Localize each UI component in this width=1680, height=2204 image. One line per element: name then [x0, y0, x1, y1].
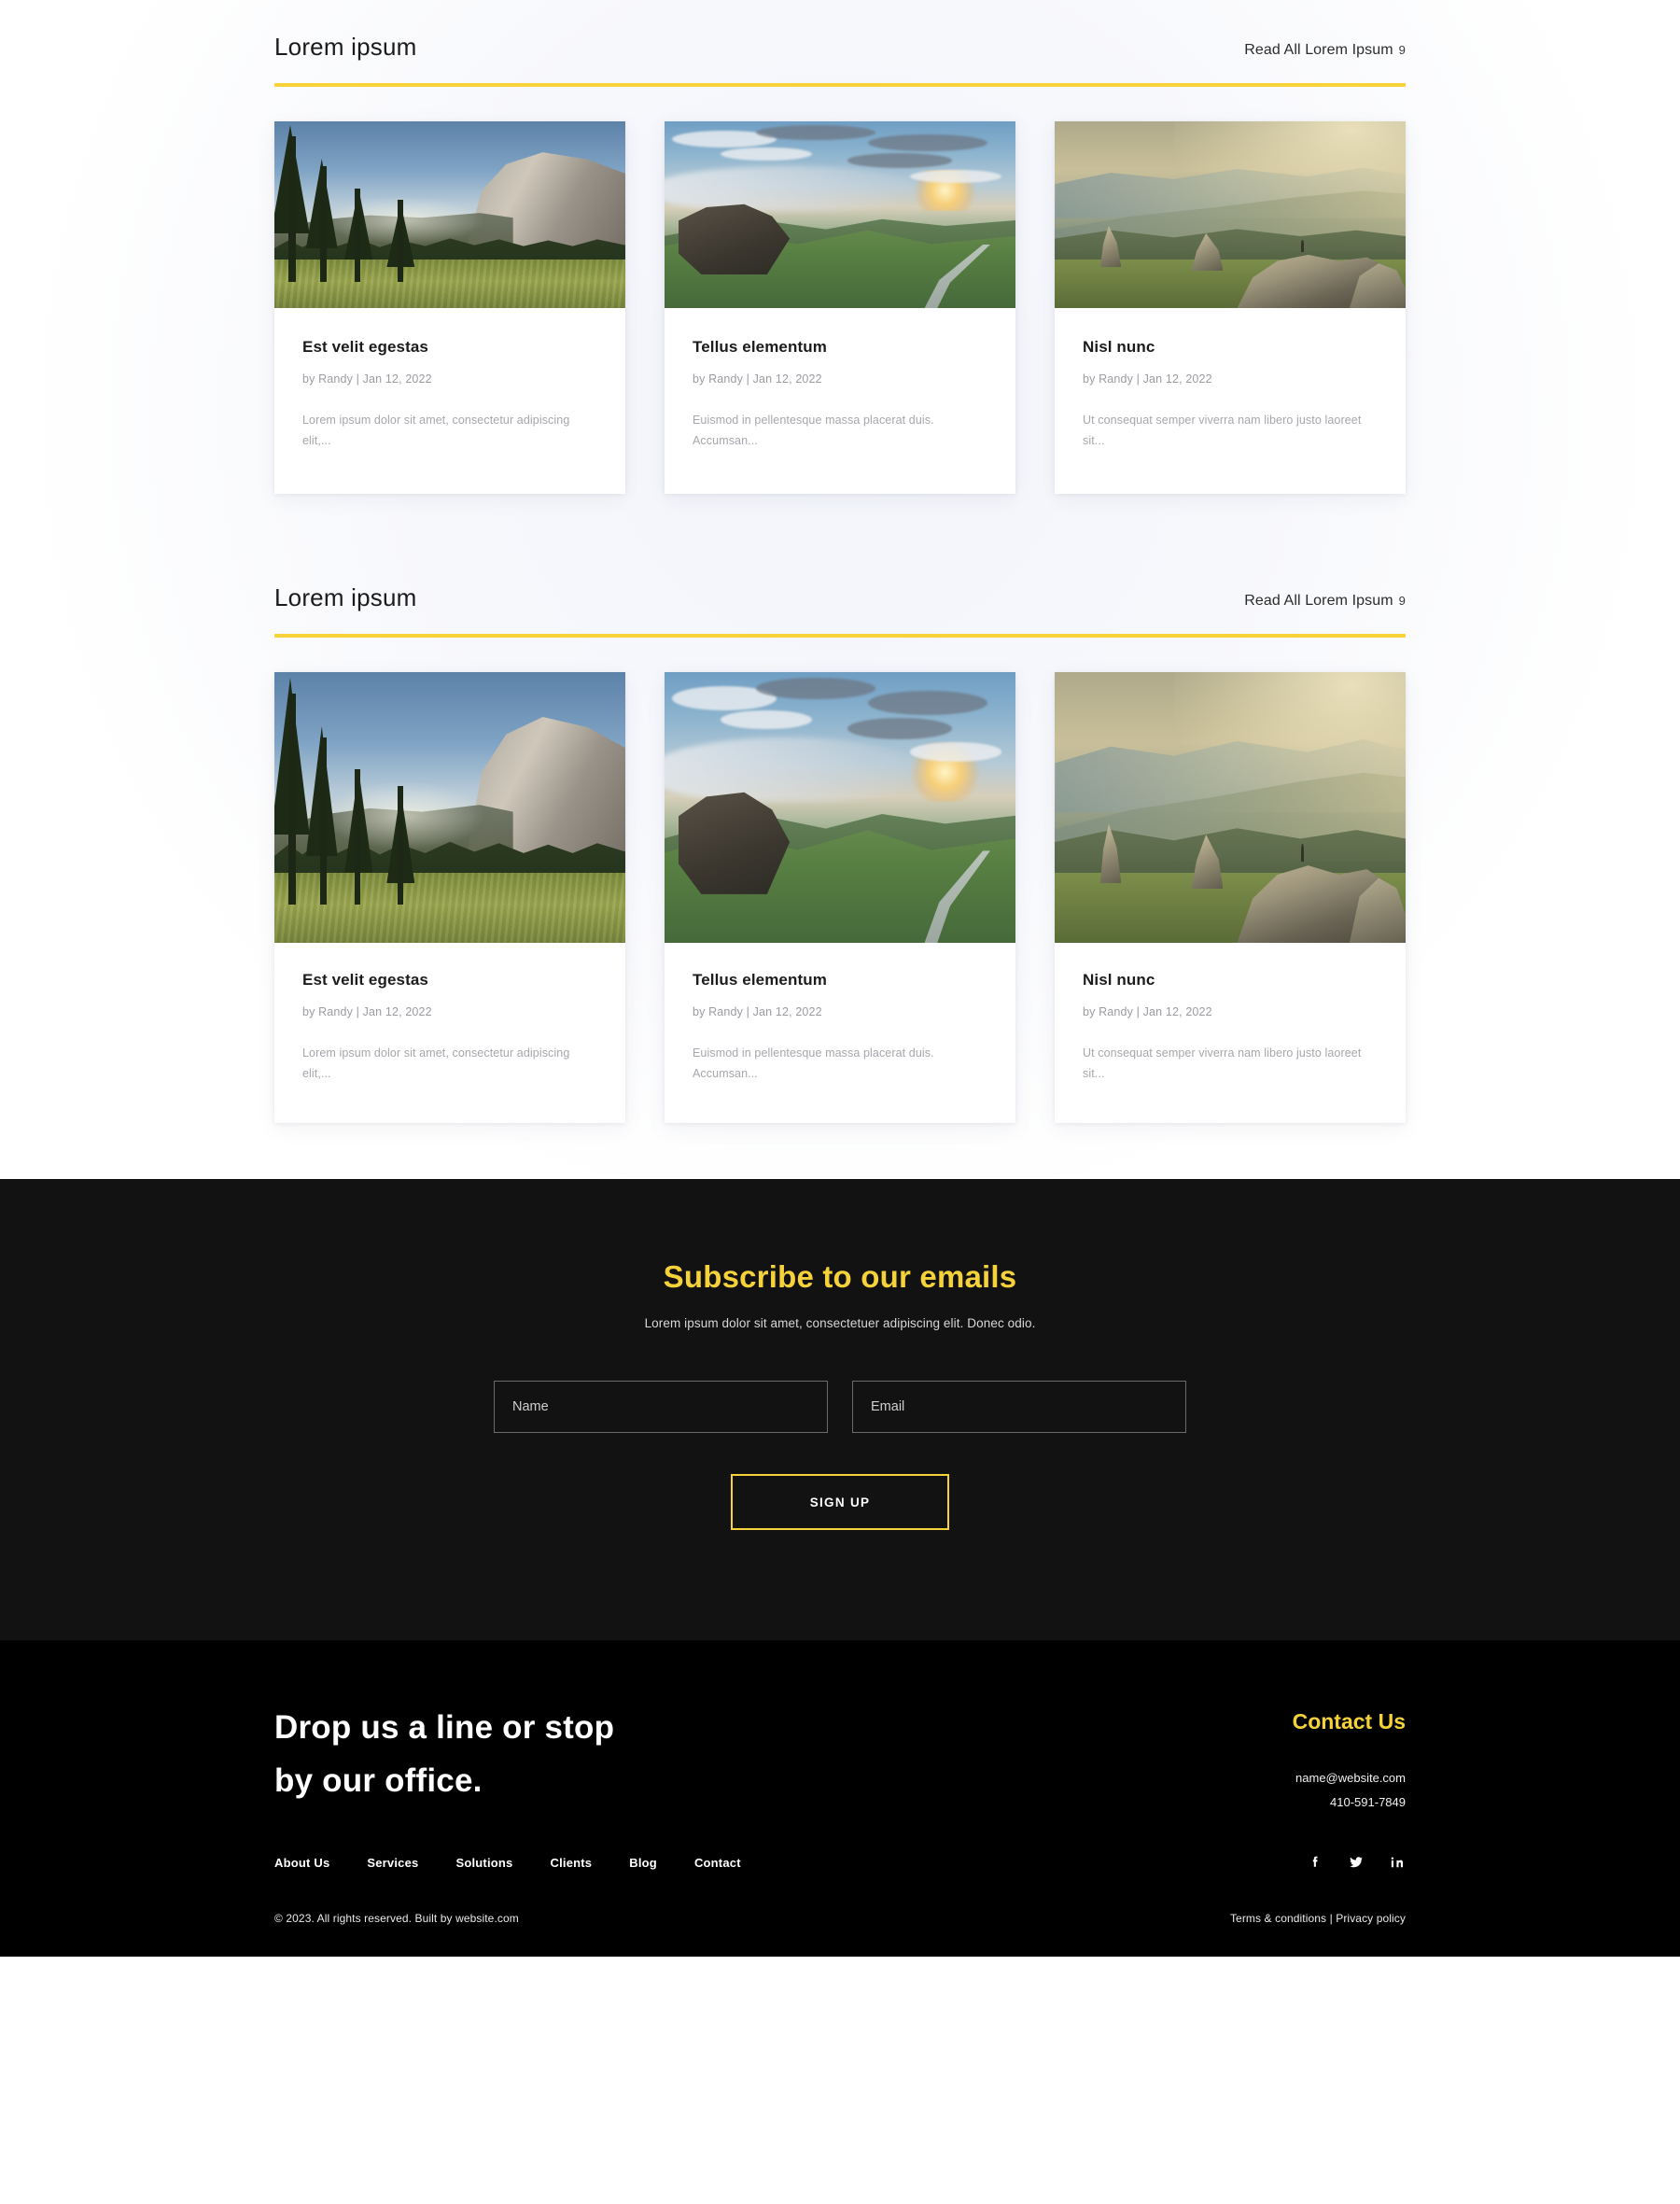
read-all-label: Read All Lorem Ipsum: [1244, 42, 1393, 58]
footer-link-services[interactable]: Services: [367, 1856, 418, 1870]
blog-area: Lorem ipsum Read All Lorem Ipsum 9 Est v…: [0, 0, 1680, 1179]
facebook-icon[interactable]: [1307, 1854, 1323, 1871]
post-title: Est velit egestas: [302, 971, 428, 989]
post-excerpt: Euismod in pellentesque massa placerat d…: [693, 1046, 934, 1080]
post-card[interactable]: Est velit egestas by Randy | Jan 12, 202…: [274, 672, 625, 1123]
legal-links: Terms & conditions | Privacy policy: [1230, 1912, 1406, 1925]
contact-title: Contact Us: [1292, 1709, 1406, 1734]
section-header: Lorem ipsum Read All Lorem Ipsum 9: [274, 583, 1406, 634]
post-card[interactable]: Tellus elementum by Randy | Jan 12, 2022…: [665, 121, 1015, 494]
footer-link-solutions[interactable]: Solutions: [455, 1856, 512, 1870]
post-title: Tellus elementum: [693, 338, 827, 356]
blog-section-1: Lorem ipsum Read All Lorem Ipsum 9 Est v…: [274, 1, 1406, 494]
post-image: [665, 672, 1015, 943]
post-card-body: Est velit egestas by Randy | Jan 12, 202…: [274, 308, 625, 494]
post-image: [274, 121, 625, 308]
footer-middle: About Us Services Solutions Clients Blog…: [274, 1815, 1406, 1871]
post-meta: by Randy | Jan 12, 2022: [693, 372, 822, 386]
post-title: Nisl nunc: [1083, 971, 1155, 989]
post-card[interactable]: Est velit egestas by Randy | Jan 12, 202…: [274, 121, 625, 494]
post-meta: by Randy | Jan 12, 2022: [693, 1005, 822, 1018]
post-meta: by Randy | Jan 12, 2022: [1083, 372, 1212, 386]
footer-headline: Drop us a line or stop by our office.: [274, 1702, 614, 1807]
legal-separator: |: [1326, 1912, 1337, 1925]
post-card-body: Tellus elementum by Randy | Jan 12, 2022…: [665, 308, 1015, 494]
contact-email[interactable]: name@website.com: [1293, 1766, 1406, 1790]
subscribe-title: Subscribe to our emails: [663, 1259, 1017, 1294]
footer-link-contact[interactable]: Contact: [694, 1856, 741, 1870]
email-input[interactable]: [852, 1381, 1186, 1433]
copyright-text: © 2023. All rights reserved. Built by we…: [274, 1912, 519, 1925]
post-title: Est velit egestas: [302, 338, 428, 356]
post-card[interactable]: Tellus elementum by Randy | Jan 12, 2022…: [665, 672, 1015, 1123]
name-input[interactable]: [494, 1381, 828, 1433]
post-image: [1055, 672, 1406, 943]
read-all-label: Read All Lorem Ipsum: [1244, 593, 1393, 609]
section-header: Lorem ipsum Read All Lorem Ipsum 9: [274, 33, 1406, 83]
privacy-link[interactable]: Privacy policy: [1336, 1912, 1406, 1925]
footer-top: Drop us a line or stop by our office. Co…: [274, 1702, 1406, 1815]
contact-phone[interactable]: 410-591-7849: [1293, 1790, 1406, 1815]
post-excerpt: Ut consequat semper viverra nam libero j…: [1083, 414, 1362, 447]
blog-section-2: Lorem ipsum Read All Lorem Ipsum 9 Est v…: [274, 494, 1406, 1123]
post-excerpt: Euismod in pellentesque massa placerat d…: [693, 414, 934, 447]
post-excerpt: Lorem ipsum dolor sit amet, consectetur …: [302, 1046, 570, 1080]
twitter-icon[interactable]: [1348, 1854, 1365, 1871]
post-card-body: Nisl nunc by Randy | Jan 12, 2022 Ut con…: [1055, 308, 1406, 494]
read-all-link[interactable]: Read All Lorem Ipsum 9: [1244, 42, 1406, 62]
post-meta: by Randy | Jan 12, 2022: [302, 1005, 432, 1018]
post-card[interactable]: Nisl nunc by Randy | Jan 12, 2022 Ut con…: [1055, 672, 1406, 1123]
post-meta: by Randy | Jan 12, 2022: [1083, 1005, 1212, 1018]
subscribe-form: [0, 1381, 1680, 1433]
section-title: Lorem ipsum: [274, 583, 417, 611]
footer-headline-line-2: by our office.: [274, 1762, 483, 1799]
post-card-list: Est velit egestas by Randy | Jan 12, 202…: [274, 87, 1406, 494]
site-footer: Drop us a line or stop by our office. Co…: [0, 1640, 1680, 1957]
post-card-body: Tellus elementum by Randy | Jan 12, 2022…: [665, 943, 1015, 1123]
post-image: [274, 672, 625, 943]
page-root: Lorem ipsum Read All Lorem Ipsum 9 Est v…: [0, 0, 1680, 1957]
footer-headline-line-1: Drop us a line or stop: [274, 1709, 615, 1746]
contact-column: Contact Us name@website.com 410-591-7849: [1293, 1702, 1406, 1815]
social-links: [1307, 1854, 1406, 1871]
post-title: Nisl nunc: [1083, 338, 1155, 356]
arrow-right-icon: 9: [1398, 43, 1406, 57]
arrow-right-icon: 9: [1398, 594, 1406, 608]
post-card-body: Nisl nunc by Randy | Jan 12, 2022 Ut con…: [1055, 943, 1406, 1123]
footer-link-blog[interactable]: Blog: [629, 1856, 657, 1870]
post-card-list: Est velit egestas by Randy | Jan 12, 202…: [274, 638, 1406, 1123]
footer-nav: About Us Services Solutions Clients Blog…: [274, 1856, 741, 1870]
post-excerpt: Lorem ipsum dolor sit amet, consectetur …: [302, 414, 570, 447]
post-title: Tellus elementum: [693, 971, 827, 989]
footer-link-about-us[interactable]: About Us: [274, 1856, 329, 1870]
read-all-link[interactable]: Read All Lorem Ipsum 9: [1244, 593, 1406, 612]
subscribe-section: Subscribe to our emails Lorem ipsum dolo…: [0, 1179, 1680, 1640]
terms-link[interactable]: Terms & conditions: [1230, 1912, 1326, 1925]
footer-bottom: © 2023. All rights reserved. Built by we…: [274, 1912, 1406, 1957]
post-meta: by Randy | Jan 12, 2022: [302, 372, 432, 386]
footer-link-clients[interactable]: Clients: [551, 1856, 593, 1870]
post-excerpt: Ut consequat semper viverra nam libero j…: [1083, 1046, 1362, 1080]
post-image: [665, 121, 1015, 308]
section-title: Lorem ipsum: [274, 33, 417, 61]
linkedin-icon[interactable]: [1389, 1854, 1406, 1871]
subscribe-subtitle: Lorem ipsum dolor sit amet, consectetuer…: [644, 1316, 1036, 1330]
post-card-body: Est velit egestas by Randy | Jan 12, 202…: [274, 943, 625, 1123]
sign-up-button[interactable]: SIGN UP: [731, 1474, 949, 1530]
contact-details: name@website.com 410-591-7849: [1293, 1766, 1406, 1815]
post-image: [1055, 121, 1406, 308]
post-card[interactable]: Nisl nunc by Randy | Jan 12, 2022 Ut con…: [1055, 121, 1406, 494]
